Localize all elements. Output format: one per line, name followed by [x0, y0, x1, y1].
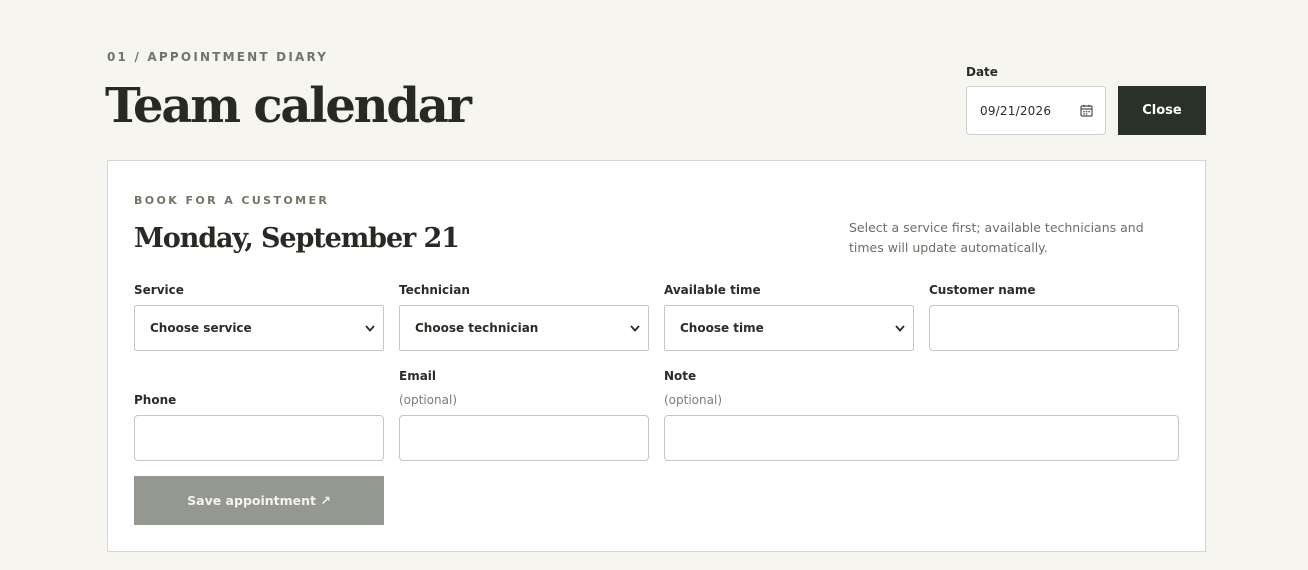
technician-select[interactable]: Choose technician	[399, 305, 649, 351]
email-optional-note: (optional)	[399, 393, 457, 407]
customer-name-input[interactable]	[929, 305, 1179, 351]
booking-date-title: Monday, September 21	[134, 223, 460, 254]
time-label: Available time	[664, 283, 761, 297]
chevron-down-icon	[365, 324, 375, 332]
service-select-value: Choose service	[150, 321, 252, 335]
close-button[interactable]: Close	[1118, 86, 1206, 135]
date-value: 09/21/2026	[980, 103, 1052, 118]
chevron-down-icon	[630, 324, 640, 332]
note-optional-note: (optional)	[664, 393, 722, 407]
page-title: Team calendar	[105, 78, 472, 134]
time-select[interactable]: Choose time	[664, 305, 914, 351]
date-input[interactable]: 09/21/2026	[966, 86, 1106, 135]
date-label: Date	[966, 65, 998, 79]
booking-eyebrow: BOOK FOR A CUSTOMER	[134, 194, 330, 207]
service-label: Service	[134, 283, 184, 297]
technician-label: Technician	[399, 283, 470, 297]
booking-hint: Select a service first; available techni…	[849, 220, 1144, 255]
booking-panel: BOOK FOR A CUSTOMER Monday, September 21…	[107, 160, 1206, 552]
phone-label: Phone	[134, 393, 177, 407]
phone-input[interactable]	[134, 415, 384, 461]
note-input[interactable]	[664, 415, 1179, 461]
email-label: Email	[399, 369, 437, 383]
chevron-down-icon	[895, 324, 905, 332]
note-label: Note	[664, 369, 697, 383]
page-eyebrow: 01 / APPOINTMENT DIARY	[107, 50, 329, 64]
time-select-value: Choose time	[680, 321, 764, 335]
team-calendar-page: 01 / APPOINTMENT DIARY Team calendar Dat…	[0, 0, 1308, 570]
calendar-icon[interactable]	[1080, 104, 1093, 117]
technician-select-value: Choose technician	[415, 321, 539, 335]
customer-name-label: Customer name	[929, 283, 1036, 297]
email-input[interactable]	[399, 415, 649, 461]
save-appointment-button[interactable]: Save appointment ↗	[134, 476, 384, 525]
service-select[interactable]: Choose service	[134, 305, 384, 351]
